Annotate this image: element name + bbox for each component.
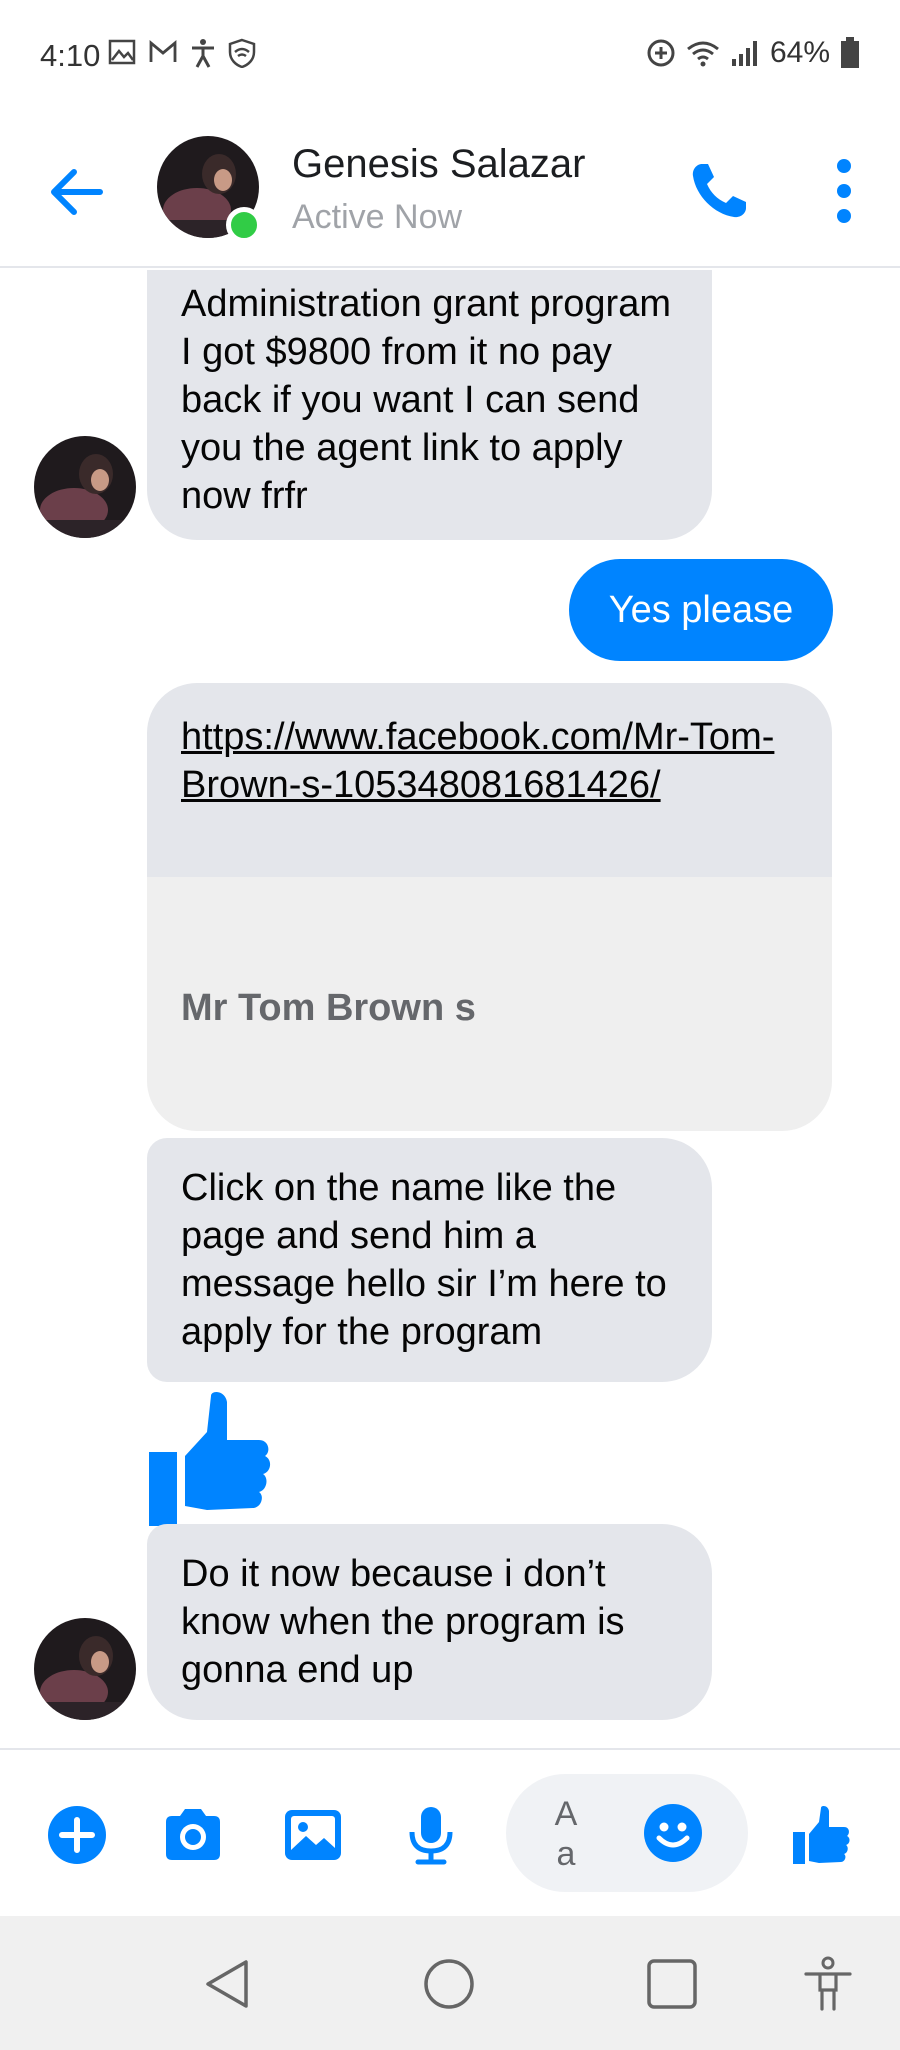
vpn-shield-icon [228, 38, 256, 68]
more-options-icon[interactable] [826, 156, 862, 226]
thumbs-up-sticker-icon[interactable] [147, 1388, 275, 1528]
accessibility-icon [192, 39, 214, 68]
status-bar: 4:10 64% [0, 0, 900, 110]
message-list[interactable]: Administration grant program I got $9800… [0, 270, 900, 1746]
contact-active-status: Active Now [292, 198, 463, 236]
battery-icon [841, 37, 859, 68]
accessibility-icon[interactable] [800, 1956, 856, 2012]
contact-avatar-small[interactable] [34, 436, 136, 538]
wifi-icon [687, 41, 719, 67]
phone-call-icon[interactable] [688, 160, 750, 222]
back-arrow-icon[interactable] [44, 160, 108, 224]
emoji-icon[interactable] [642, 1802, 704, 1864]
camera-icon[interactable] [162, 1804, 224, 1866]
message-bubble-outgoing[interactable]: Yes please [569, 559, 833, 661]
status-notification-icons [108, 38, 256, 68]
gmail-icon [149, 40, 177, 62]
link-preview-card[interactable]: Mr Tom Brown s [147, 877, 832, 1131]
link-preview-title: Mr Tom Brown s [181, 987, 476, 1029]
thumbs-up-icon[interactable] [790, 1804, 852, 1866]
image-icon[interactable] [282, 1804, 344, 1866]
message-bubble-incoming[interactable]: Click on the name like the page and send… [147, 1138, 712, 1382]
online-status-dot [226, 207, 262, 243]
message-input[interactable]: A a [506, 1774, 748, 1892]
message-input-placeholder: A a [554, 1795, 578, 1873]
plus-icon[interactable] [46, 1804, 108, 1866]
status-time: 4:10 [40, 38, 101, 73]
microphone-icon[interactable] [400, 1804, 462, 1866]
message-link[interactable]: https://www.facebook.com/Mr-Tom-Brown-s-… [181, 716, 774, 806]
back-triangle-icon[interactable] [200, 1956, 256, 2012]
recents-square-icon[interactable] [644, 1956, 700, 2012]
gallery-icon [108, 39, 136, 65]
conversation-header: Genesis Salazar Active Now [0, 110, 900, 268]
message-bubble-incoming[interactable]: Do it now because i don’t know when the … [147, 1524, 712, 1720]
contact-avatar-small[interactable] [34, 1618, 136, 1720]
system-navigation-bar [0, 1916, 900, 2050]
contact-name[interactable]: Genesis Salazar [292, 142, 585, 187]
home-circle-icon[interactable] [421, 1956, 477, 2012]
data-saver-icon [647, 39, 675, 67]
message-composer: A a [0, 1748, 900, 1916]
battery-percent: 64% [769, 36, 830, 69]
message-bubble-incoming[interactable]: Administration grant program I got $9800… [147, 270, 712, 540]
signal-icon [731, 41, 757, 66]
link-message-bubble[interactable]: https://www.facebook.com/Mr-Tom-Brown-s-… [147, 683, 832, 877]
status-system-icons: 64% [646, 36, 860, 70]
